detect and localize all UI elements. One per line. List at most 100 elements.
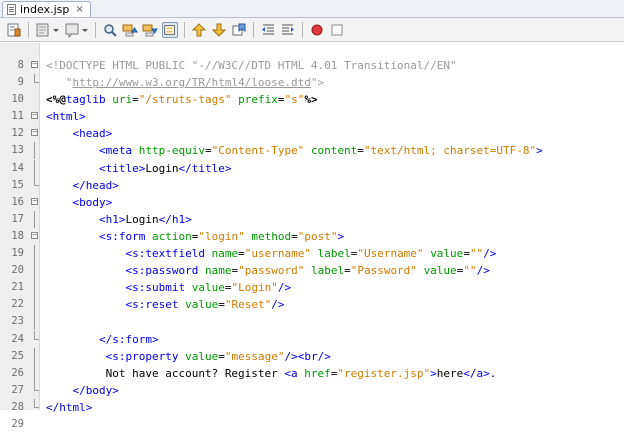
token-doc: ": [46, 76, 73, 90]
fold-guide: [31, 210, 39, 228]
fold-collapse-icon[interactable]: −: [31, 108, 39, 125]
shift-right-icon[interactable]: [280, 22, 296, 38]
code-text: Not have account? Register <a href="regi…: [46, 365, 497, 382]
token-val: "message": [224, 349, 285, 363]
token-txt: =: [357, 144, 364, 158]
token-txt: =: [218, 298, 225, 312]
token-tag: <s:textfield: [125, 247, 205, 261]
indentation: [46, 230, 99, 243]
fold-guide: [31, 159, 39, 177]
tab-index-jsp[interactable]: index.jsp ×: [2, 1, 91, 17]
code-text: </s:form>: [46, 331, 159, 348]
code-line: 29: [0, 416, 624, 433]
fold-collapse-icon[interactable]: −: [31, 57, 39, 74]
line-number: 29: [11, 417, 24, 430]
token-txt: Login: [125, 212, 159, 226]
line-number: 24: [11, 332, 24, 345]
find-next-icon[interactable]: [142, 22, 158, 38]
fold-end-marker: [31, 176, 39, 194]
previous-bookmark-icon[interactable]: [191, 22, 207, 38]
shift-left-icon[interactable]: [260, 22, 276, 38]
toggle-bookmark-icon[interactable]: [231, 22, 247, 38]
forward-icon[interactable]: [64, 22, 80, 38]
token-txt: =: [132, 93, 139, 107]
file-icon: [7, 4, 16, 15]
token-attr: http-equiv: [138, 144, 205, 158]
fold-collapse-icon[interactable]: −: [31, 125, 39, 142]
fold-collapse-icon[interactable]: −: [31, 194, 39, 211]
code-line: 28 </html>: [0, 398, 624, 416]
next-bookmark-icon[interactable]: [211, 22, 227, 38]
token-val: "Content-Type": [211, 144, 305, 158]
line-number: 11: [11, 110, 24, 123]
code-line: 26 Not have account? Register <a href="r…: [0, 364, 624, 382]
token-attr: label: [310, 264, 345, 278]
token-attr: value: [185, 349, 219, 363]
toolbar-separator: [95, 21, 96, 38]
find-selection-icon[interactable]: [102, 22, 118, 38]
token-tag: <head>: [72, 127, 113, 141]
token-txt: Login: [145, 161, 179, 175]
token-tag: >: [536, 144, 543, 158]
token-attr: prefix: [238, 93, 278, 107]
toolbar-separator: [28, 21, 29, 38]
code-line: 11− <html>: [0, 108, 624, 125]
code-line: 18− <s:form action="login" method="post"…: [0, 228, 624, 245]
token-val: "username": [244, 247, 311, 261]
token-tag: <s:password: [125, 264, 199, 278]
line-number: 20: [11, 264, 24, 277]
token-tag: taglib: [65, 93, 106, 107]
token-attr: uri: [112, 93, 133, 107]
fold-guide: [31, 245, 39, 263]
code-line: 25 <s:property value="message"/><br/>: [0, 347, 624, 365]
toggle-highlight-icon[interactable]: [162, 21, 178, 38]
token-tag: />: [277, 281, 292, 295]
token-tag: <s:submit: [125, 281, 186, 295]
back-dropdown-icon[interactable]: [52, 22, 60, 38]
line-number: 19: [11, 247, 24, 260]
code-editor[interactable]: 8− <!DOCTYPE HTML PUBLIC "-//W3C//DTD HTM…: [0, 43, 624, 430]
code-line: 24 </s:form>: [0, 330, 624, 348]
indentation: [46, 264, 125, 277]
token-tag: <title>: [98, 161, 146, 175]
fold-end-marker: [31, 330, 39, 348]
token-doc: <!DOCTYPE HTML PUBLIC "-//W3C//DTD HTML …: [46, 59, 457, 72]
indentation: [46, 162, 99, 175]
code-line: 15 </head>: [0, 176, 624, 194]
token-txt: =: [291, 229, 298, 243]
token-dir: %>: [304, 93, 318, 107]
line-number: 14: [11, 161, 24, 174]
find-previous-icon[interactable]: [122, 22, 138, 38]
stop-macro-icon[interactable]: [329, 22, 345, 38]
line-number: 25: [11, 349, 24, 362]
line-number: 26: [11, 366, 24, 379]
line-number: 22: [11, 298, 24, 311]
indentation: [46, 247, 125, 260]
close-icon[interactable]: ×: [75, 4, 83, 15]
code-text: <s:form action="login" method="post">: [46, 228, 344, 245]
code-text: "http://www.w3.org/TR/html4/loose.dtd">: [46, 74, 324, 91]
forward-dropdown-icon[interactable]: [81, 22, 89, 38]
back-icon[interactable]: [35, 22, 51, 38]
token-attr: href: [304, 366, 331, 380]
line-number: 28: [11, 400, 24, 413]
indentation: [46, 350, 99, 363]
token-tag: </h1>: [158, 212, 192, 226]
code-line: 27 </body>: [0, 381, 624, 399]
start-macro-icon[interactable]: [309, 22, 325, 38]
token-tag: <a: [284, 366, 298, 380]
token-val: "": [463, 264, 477, 278]
last-edit-icon[interactable]: [6, 22, 22, 38]
token-attr: value: [191, 281, 225, 295]
token-attr: label: [317, 247, 351, 261]
token-tag: <h1>: [98, 212, 126, 226]
token-val: "text/html; charset=UTF-8": [363, 144, 537, 158]
token-tag: </body>: [72, 383, 119, 397]
fold-collapse-icon[interactable]: −: [31, 228, 39, 245]
token-val: "/struts-tags": [138, 93, 232, 107]
